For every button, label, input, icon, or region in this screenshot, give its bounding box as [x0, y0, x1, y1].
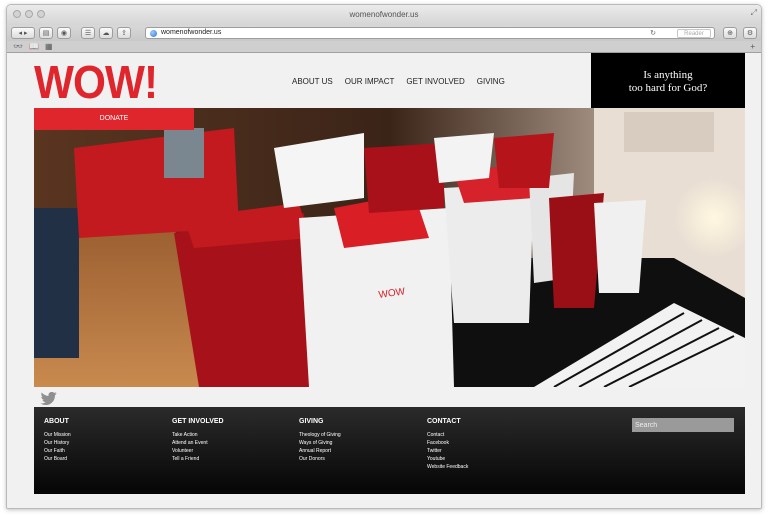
site-logo[interactable]: WOW!: [34, 57, 158, 107]
browser-toolbar: ◂ ▸ ▤ ◉ ☰ ☁ ⇪ womenofwonder.us ↻ Reader …: [7, 25, 761, 41]
reader-button[interactable]: Reader: [677, 29, 711, 38]
footer-col-giving: GIVING Theology of Giving Ways of Giving…: [299, 418, 341, 463]
nav-get-involved[interactable]: GET INVOLVED: [406, 77, 464, 86]
slogan-line-1: Is anything: [643, 69, 693, 81]
footer-link[interactable]: Our History: [44, 439, 71, 447]
back-forward-buttons[interactable]: ◂ ▸: [11, 27, 35, 39]
footer-heading: CONTACT: [427, 418, 461, 425]
footer-link[interactable]: Our Faith: [44, 447, 71, 455]
globe-icon: [150, 30, 157, 37]
footer-link[interactable]: Take Action: [172, 431, 224, 439]
fullscreen-icon[interactable]: ⤢: [751, 8, 757, 18]
top-sites-grid-icon[interactable]: ▦: [45, 42, 53, 51]
footer-heading: ABOUT: [44, 418, 69, 425]
footer-link[interactable]: Our Board: [44, 455, 71, 463]
settings-icon[interactable]: ⚙: [743, 27, 757, 39]
footer-link[interactable]: Theology of Giving: [299, 431, 341, 439]
footer-link[interactable]: Volunteer: [172, 447, 224, 455]
footer-heading: GIVING: [299, 418, 324, 425]
add-tab-icon[interactable]: +: [750, 42, 755, 51]
footer-link[interactable]: Ways of Giving: [299, 439, 341, 447]
sidebar-icon[interactable]: ▤: [39, 27, 53, 39]
reading-glasses-icon[interactable]: 👓: [13, 42, 23, 51]
webpage: WOW! ABOUT US OUR IMPACT GET INVOLVED GI…: [34, 53, 745, 508]
footer-link[interactable]: Twitter: [427, 447, 468, 455]
reading-list-icon[interactable]: ☰: [81, 27, 95, 39]
bookmarks-bar: 👓 📖 ▦ +: [7, 41, 761, 53]
footer-link[interactable]: Website Feedback: [427, 463, 468, 471]
twitter-icon[interactable]: [40, 392, 58, 406]
footer-link[interactable]: Annual Report: [299, 447, 341, 455]
page-viewport: WOW! ABOUT US OUR IMPACT GET INVOLVED GI…: [7, 53, 761, 508]
footer-link[interactable]: Contact: [427, 431, 468, 439]
title-bar: womenofwonder.us ⤢: [7, 5, 761, 25]
footer-heading: GET INVOLVED: [172, 418, 224, 425]
gift-bags-photo: WOW: [34, 108, 745, 387]
share-icon[interactable]: ⇪: [117, 27, 131, 39]
footer-link[interactable]: Our Donors: [299, 455, 341, 463]
history-icon[interactable]: ◉: [57, 27, 71, 39]
main-nav: ABOUT US OUR IMPACT GET INVOLVED GIVING: [292, 77, 505, 86]
footer-col-about: ABOUT Our Mission Our History Our Faith …: [44, 418, 71, 463]
footer-link[interactable]: Tell a Friend: [172, 455, 224, 463]
browser-window: womenofwonder.us ⤢ ◂ ▸ ▤ ◉ ☰ ☁ ⇪ womenof…: [6, 4, 762, 509]
site-footer: ABOUT Our Mission Our History Our Faith …: [34, 407, 745, 494]
search-input[interactable]: [632, 418, 734, 432]
nav-about-us[interactable]: ABOUT US: [292, 77, 333, 86]
bookmarks-book-icon[interactable]: 📖: [29, 42, 39, 51]
footer-col-contact: CONTACT Contact Facebook Twitter Youtube…: [427, 418, 468, 471]
url-text[interactable]: womenofwonder.us: [161, 29, 221, 36]
downloads-icon[interactable]: ⊕: [723, 27, 737, 39]
donate-button[interactable]: DONATE: [34, 108, 194, 130]
slogan-box: Is anything too hard for God?: [591, 53, 745, 108]
footer-link[interactable]: Facebook: [427, 439, 468, 447]
reload-icon[interactable]: ↻: [650, 29, 656, 37]
nav-our-impact[interactable]: OUR IMPACT: [345, 77, 395, 86]
footer-link[interactable]: Attend an Event: [172, 439, 224, 447]
footer-link[interactable]: Our Mission: [44, 431, 71, 439]
footer-link[interactable]: Youtube: [427, 455, 468, 463]
window-title: womenofwonder.us: [349, 10, 419, 19]
footer-col-get-involved: GET INVOLVED Take Action Attend an Event…: [172, 418, 224, 463]
cloud-icon[interactable]: ☁: [99, 27, 113, 39]
nav-giving[interactable]: GIVING: [477, 77, 505, 86]
hero-image: WOW DONATE: [34, 108, 745, 387]
slogan-line-2: too hard for God?: [628, 82, 708, 94]
address-bar[interactable]: womenofwonder.us ↻ Reader: [145, 27, 715, 39]
